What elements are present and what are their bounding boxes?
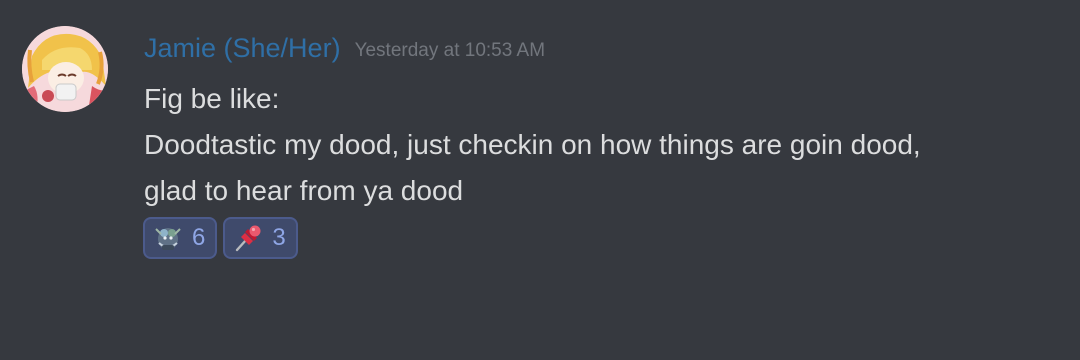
reaction-button-pushpin[interactable]: 3 — [223, 217, 298, 259]
message-header: Jamie (She/Her) Yesterday at 10:53 AM — [144, 30, 545, 66]
message-line: Doodtastic my dood, just checkin on how … — [144, 129, 921, 160]
timestamp: Yesterday at 10:53 AM — [354, 40, 546, 61]
reaction-button-custom-emoji[interactable]: 6 — [143, 217, 218, 259]
avatar[interactable] — [22, 26, 108, 112]
custom-figure-emoji-icon — [155, 228, 181, 250]
pushpin-icon — [236, 225, 261, 252]
username[interactable]: Jamie (She/Her) — [144, 33, 341, 63]
avatar-image — [22, 26, 108, 112]
message-line: glad to hear from ya dood — [144, 175, 464, 206]
message-content: Fig be like: Doodtastic my dood, just ch… — [144, 76, 1064, 214]
reactions-bar: 6 3 — [143, 217, 298, 259]
message-line: Fig be like: — [144, 83, 280, 114]
chat-message: Jamie (She/Her) Yesterday at 10:53 AM Fig… — [0, 0, 1080, 360]
reaction-count: 6 — [192, 224, 206, 251]
reaction-count: 3 — [272, 224, 286, 251]
